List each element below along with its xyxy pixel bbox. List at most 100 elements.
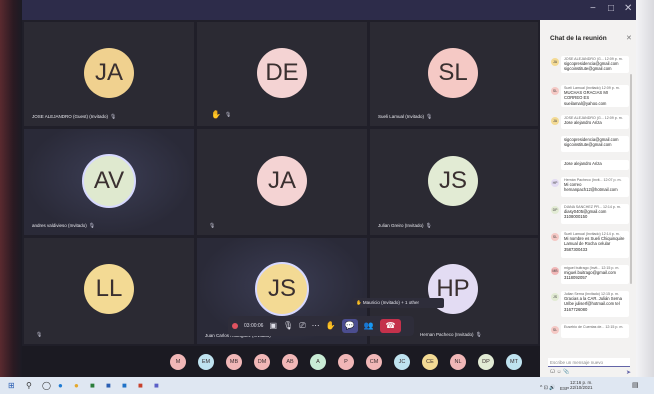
excel-icon[interactable]: ■ [90, 380, 95, 391]
maximize-button[interactable]: □ [608, 3, 614, 15]
search-icon[interactable]: ⚲ [26, 380, 32, 391]
video-grid: JA JOSE ALEJANDRO (Guest) (Invitado) 🎙 DE… [22, 20, 540, 346]
strip-avatar[interactable]: A [310, 354, 326, 370]
message-bubble: Eusebio de Cuentas de... 12:15 p. m. [561, 324, 629, 338]
mic-muted-icon: 🎙 [425, 223, 432, 229]
strip-avatar[interactable]: DM [254, 354, 270, 370]
raised-hand-icon: ✋ [356, 300, 363, 305]
participant-tile[interactable]: JS Julian Greiro (Invitado) 🎙 [370, 129, 538, 235]
title-bar: − □ ✕ [22, 0, 636, 20]
message-bubble: JOSE ALEJANDRO (G... 12:09 p. m. Jose ale… [561, 115, 629, 129]
message-text: MUCHAS GRACIAS MI CORREO ES sueilamal@ya… [564, 90, 608, 106]
call-timer: 03:00:06 [244, 323, 264, 329]
strip-avatar[interactable]: EM [198, 354, 214, 370]
start-icon[interactable]: ⊞ [8, 380, 15, 391]
system-tray-icons[interactable]: ^ ⊡ 🔊 [540, 383, 556, 394]
participant-tile[interactable]: SL Sueli Lamual (Invitado) 🎙 [370, 22, 538, 126]
participant-tile[interactable]: DE ✋ 🎙 [197, 22, 367, 126]
raised-hand-icon: ✋ [211, 110, 221, 119]
background-window-edge [0, 0, 22, 377]
sender-avatar: DP [551, 206, 559, 214]
strip-avatar[interactable]: NL [450, 354, 466, 370]
mic-muted-icon: 🎙 [36, 332, 43, 338]
message-bubble: miguel buitrago (Invit... 12:15 p. m. mig… [561, 265, 629, 284]
strip-avatar[interactable]: MB [226, 354, 242, 370]
chat-scrollbar[interactable] [630, 74, 632, 284]
participant-tile[interactable]: LL 🎙 [24, 238, 194, 344]
sender-avatar: SL [551, 326, 559, 334]
message-bubble: Julian Serna (Invitado) 12:15 p. m. Graci… [561, 291, 629, 317]
message-text: diasy0405@gmail.com 3108000150 [564, 209, 607, 220]
taskbar: ⊞ ⚲ ◯ ● ● ■ ■ ■ ■ ■ ^ ⊡ 🔊 ESP 12:16 p. m… [0, 377, 654, 394]
participant-avatar: DE [257, 48, 307, 98]
participant-tile[interactable]: JA 🎙 [197, 129, 367, 235]
language-indicator[interactable]: ESP [560, 383, 569, 394]
chat-icon[interactable]: 💬 [341, 319, 358, 333]
sender-avatar: JA [551, 117, 559, 125]
strip-avatar[interactable]: MT [506, 354, 522, 370]
mic-muted-icon: 🎙 [110, 114, 117, 120]
camera-icon[interactable]: ▣ [269, 320, 277, 332]
edge-icon[interactable]: ● [58, 380, 63, 391]
screen: − □ ✕ JA JOSE ALEJANDRO (Guest) (Invitad… [0, 0, 654, 394]
message-bubble: Hernán Pacheco (Invit... 12:07 p. m. Mi c… [561, 177, 629, 197]
notifications-icon[interactable]: ▤ [632, 380, 639, 391]
strip-avatar[interactable]: CM [366, 354, 382, 370]
close-button[interactable]: ✕ [624, 3, 632, 15]
participant-tile[interactable]: AV andres valdivieso (Invitado) 🎙 [24, 129, 194, 235]
participant-name: andres valdivieso (Invitado) 🎙 [32, 223, 96, 229]
powerpoint-icon[interactable]: ■ [138, 380, 143, 391]
raise-hand-icon[interactable]: ✋ [326, 320, 336, 332]
mic-muted-icon: 🎙 [475, 332, 482, 338]
message-text: miguel.buitrago@gmail.com 3118092057 [564, 270, 616, 281]
outlook-icon[interactable]: ■ [122, 380, 127, 391]
clock[interactable]: 12:16 p. m. 22/10/2021 [570, 380, 593, 390]
mic-muted-icon: 🎙 [209, 223, 216, 229]
participant-name: JOSE ALEJANDRO (Guest) (Invitado) 🎙 [32, 114, 117, 120]
sender-avatar: SL [551, 233, 559, 241]
message-bubble: JOSE ALEJANDRO (G... 12:09 p. m. sigcopre… [561, 56, 629, 73]
participant-avatar: AV [82, 154, 136, 208]
participant-strip: M EM MB DM AB A P CM JC CE NL DP MT [22, 346, 540, 377]
strip-avatar[interactable]: P [338, 354, 354, 370]
mic-icon[interactable]: 🎙 [283, 320, 293, 332]
raised-hands-notification[interactable]: ✋ Mauricio (Invitado) + 1 other [352, 298, 444, 308]
mic-muted-icon: 🎙 [426, 114, 433, 120]
message-bubble: DIANA SANCHEZ PR... 12:14 p. m. diasy0405… [561, 204, 629, 224]
minimize-button[interactable]: − [590, 3, 596, 15]
strip-avatar[interactable]: DP [478, 354, 494, 370]
participant-name: Hernan Pacheco (Invitado) 🎙 [420, 332, 482, 338]
participant-avatar: SL [428, 48, 478, 98]
hang-up-icon[interactable]: ☎ [379, 319, 402, 333]
strip-avatar[interactable]: AB [282, 354, 298, 370]
message-text: sigcopresidencia@gmail.com sigcoinstitut… [564, 137, 619, 148]
strip-avatar[interactable]: JC [394, 354, 410, 370]
message-text: Jose alejandro Ariza [564, 161, 602, 166]
close-chat-icon[interactable]: ✕ [626, 34, 632, 42]
participant-tile[interactable]: JA JOSE ALEJANDRO (Guest) (Invitado) 🎙 [24, 22, 194, 126]
participant-avatar: LL [84, 264, 134, 314]
participant-name: Sueli Lamual (Invitado) 🎙 [378, 114, 433, 120]
mic-muted-icon: 🎙 [225, 112, 232, 118]
sender-avatar: MB [551, 267, 559, 275]
teams-icon[interactable]: ■ [154, 380, 159, 391]
send-icon[interactable]: ➤ [626, 369, 631, 376]
chat-compose-input[interactable]: Escribe un mensaje nuevo [548, 358, 630, 367]
word-icon[interactable]: ■ [106, 380, 111, 391]
participant-name: Julian Greiro (Invitado) 🎙 [378, 223, 432, 229]
sender-avatar: SL [551, 87, 559, 95]
chrome-icon[interactable]: ● [74, 380, 79, 391]
participants-icon[interactable]: 👥 [364, 320, 374, 332]
message-text: Mi nombre es Sueli Chiquinquire Lamual d… [564, 236, 625, 252]
strip-avatar[interactable]: M [170, 354, 186, 370]
share-screen-icon[interactable]: ⎚ [299, 320, 305, 332]
sender-avatar: JA [551, 58, 559, 66]
chat-panel: Chat de la reunión ✕ JA JOSE ALEJANDRO (G… [540, 20, 636, 377]
more-options-icon[interactable]: ⋯ [312, 320, 320, 332]
format-icon[interactable]: Ꞷ ☺ 📎 [550, 369, 569, 375]
task-view-icon[interactable]: ◯ [42, 380, 51, 391]
message-text: Mi correo hernanpach12@hotmail.com [564, 182, 618, 193]
strip-avatar[interactable]: CE [422, 354, 438, 370]
participant-avatar: JA [257, 156, 307, 206]
chat-title: Chat de la reunión [550, 35, 607, 42]
